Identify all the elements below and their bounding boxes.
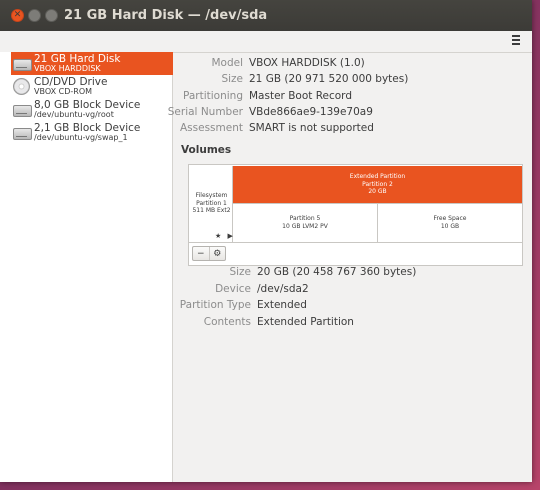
extended-partition-type: Extended Partition <box>349 173 406 180</box>
gear-icon[interactable]: ⚙ <box>210 247 226 260</box>
close-button[interactable]: ✕ <box>11 9 24 22</box>
device-row: Device <box>0 283 251 299</box>
partition-1-size: 511 MB Ext2 <box>192 207 231 214</box>
assessment-row: Assessment <box>0 122 243 138</box>
header-toolbar <box>0 31 532 53</box>
free-space-size: 10 GB <box>440 222 460 230</box>
partition-size-value: 20 GB (20 458 767 360 bytes) <box>257 266 417 278</box>
partition-1-block[interactable]: Filesystem Partition 1 511 MB Ext2 ★ ▶ <box>190 166 233 242</box>
size-row: Size <box>0 73 243 89</box>
disks-window: ✕ 21 GB Hard Disk — /dev/sda 21 GB Hard … <box>0 0 532 482</box>
serial-value: VBde866ae9-139e70a9 <box>249 106 373 118</box>
free-space-label: Free Space <box>433 215 467 222</box>
partitioning-row: Partitioning <box>0 90 243 106</box>
extended-partition-size: 20 GB <box>368 188 387 195</box>
size-label: Size <box>221 73 243 85</box>
device-value: /dev/sda2 <box>257 283 309 295</box>
volume-actions: − ⚙ <box>192 246 226 261</box>
partition-type-label: Partition Type <box>179 299 251 311</box>
title-bar[interactable]: ✕ 21 GB Hard Disk — /dev/sda <box>0 0 532 31</box>
serial-label: Serial Number <box>167 106 243 118</box>
partition-1-type: Filesystem <box>195 192 228 199</box>
contents-row: Contents <box>0 316 251 332</box>
assessment-value: SMART is not supported <box>249 122 374 134</box>
partition-5-block[interactable]: Partition 5 10 GB LVM2 PV <box>233 204 378 242</box>
contents-value: Extended Partition <box>257 316 354 328</box>
model-label: Model <box>211 57 243 69</box>
volumes-graph: Filesystem Partition 1 511 MB Ext2 ★ ▶ E… <box>188 164 523 266</box>
model-row: Model <box>0 57 243 73</box>
free-space-block[interactable]: Free Space 10 GB <box>378 204 522 242</box>
maximize-button[interactable] <box>45 9 58 22</box>
volumes-heading: Volumes <box>181 144 232 156</box>
mount-indicator-icon: ★ ▶ <box>215 232 235 240</box>
minimize-button[interactable] <box>28 9 41 22</box>
partition-5-info: 10 GB LVM2 PV <box>282 222 328 230</box>
extended-partition-name: Partition 2 <box>362 180 393 188</box>
close-icon: ✕ <box>13 10 22 20</box>
partitioning-value: Master Boot Record <box>249 90 352 102</box>
partition-type-value: Extended <box>257 299 307 311</box>
partition-1-name: Partition 1 <box>196 199 227 207</box>
extended-partition-block[interactable]: Extended Partition Partition 2 20 GB <box>233 166 522 204</box>
model-value: VBOX HARDDISK (1.0) <box>249 57 365 69</box>
partition-5-name: Partition 5 <box>289 215 321 222</box>
minus-icon[interactable]: − <box>193 247 210 260</box>
size-value: 21 GB (20 971 520 000 bytes) <box>249 73 409 85</box>
partition-size-label: Size <box>229 266 251 278</box>
assessment-label: Assessment <box>180 122 243 134</box>
serial-row: Serial Number <box>0 106 243 122</box>
partition-type-row: Partition Type <box>0 299 251 315</box>
device-label: Device <box>215 283 251 295</box>
partition-size-row: Size <box>0 266 251 282</box>
volumes-toolbar-divider <box>189 242 522 243</box>
hamburger-menu-icon[interactable] <box>508 32 524 48</box>
contents-label: Contents <box>203 316 251 328</box>
partitioning-label: Partitioning <box>183 90 243 102</box>
window-title: 21 GB Hard Disk — /dev/sda <box>64 8 268 23</box>
